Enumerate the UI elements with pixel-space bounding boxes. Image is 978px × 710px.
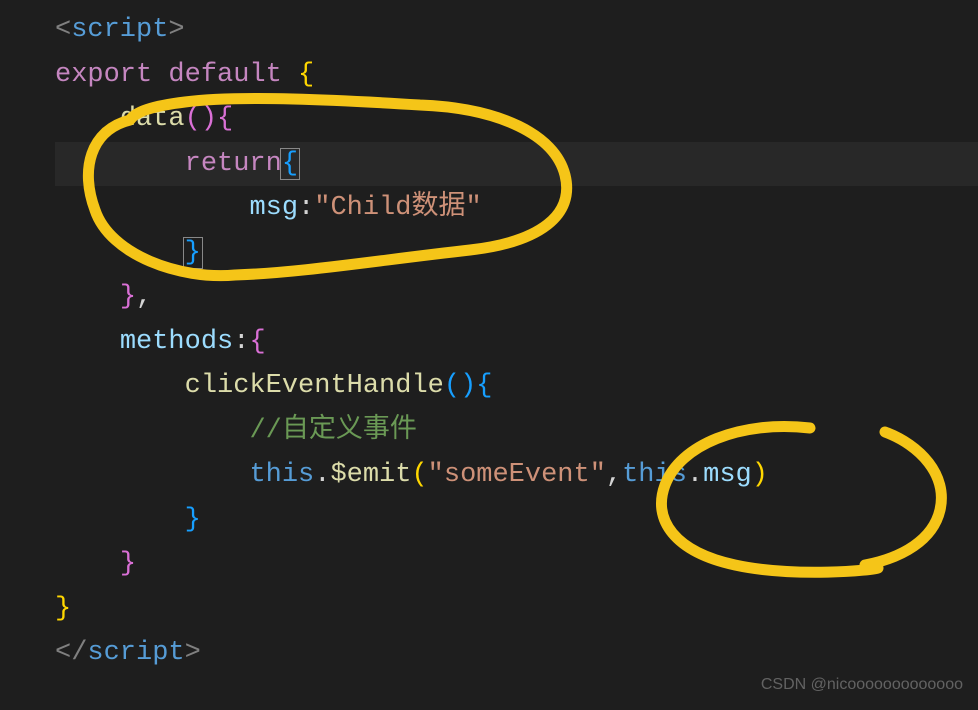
keyword-export: export (55, 60, 152, 90)
string-value: "Child数据" (314, 193, 481, 223)
brace-matched: { (280, 148, 300, 180)
dot: . (314, 460, 330, 490)
keyword-default: default (168, 60, 281, 90)
paren: ( (411, 460, 427, 490)
comment: //自定义事件 (249, 416, 416, 446)
tag-open: < (55, 15, 71, 45)
code-line: this.$emit("someEvent",this.msg) (55, 453, 978, 498)
code-line: methods:{ (55, 320, 978, 365)
code-line: msg:"Child数据" (55, 186, 978, 231)
code-line: //自定义事件 (55, 409, 978, 454)
tag-name: script (87, 638, 184, 668)
comma: , (606, 460, 622, 490)
brace: } (55, 594, 71, 624)
tag-close: > (168, 15, 184, 45)
parens: () (444, 371, 476, 401)
func-data: data (120, 104, 185, 134)
tag-close: > (185, 638, 201, 668)
code-line: } (55, 587, 978, 632)
dot: . (687, 460, 703, 490)
func-handler: clickEventHandle (185, 371, 444, 401)
prop-msg: msg (703, 460, 752, 490)
comma: , (136, 282, 152, 312)
tag-open: </ (55, 638, 87, 668)
code-block: <script> export default { data(){ return… (0, 8, 978, 676)
brace: { (249, 327, 265, 357)
brace: } (120, 282, 136, 312)
keyword-this: this (249, 460, 314, 490)
tag-name: script (71, 15, 168, 45)
prop-methods: methods (120, 327, 233, 357)
keyword-this: this (622, 460, 687, 490)
parens: () (185, 104, 217, 134)
string-event: "someEvent" (428, 460, 606, 490)
brace: } (120, 549, 136, 579)
code-line: clickEventHandle(){ (55, 364, 978, 409)
brace: { (476, 371, 492, 401)
keyword-return: return (185, 149, 282, 179)
func-emit: $emit (330, 460, 411, 490)
prop-msg: msg (249, 193, 298, 223)
code-line-active: return{ (55, 142, 978, 187)
brace: { (282, 60, 314, 90)
code-line: } (55, 231, 978, 276)
paren: ) (752, 460, 768, 490)
brace: { (217, 104, 233, 134)
code-line: data(){ (55, 97, 978, 142)
watermark: CSDN @nicooooooooooooo (761, 672, 963, 698)
brace-matched: } (183, 237, 203, 269)
code-line: } (55, 498, 978, 543)
code-line: export default { (55, 53, 978, 98)
code-line: } (55, 542, 978, 587)
brace: } (185, 505, 201, 535)
code-line: </script> (55, 631, 978, 676)
code-line: <script> (55, 8, 978, 53)
code-line: }, (55, 275, 978, 320)
colon: : (298, 193, 314, 223)
colon: : (233, 327, 249, 357)
